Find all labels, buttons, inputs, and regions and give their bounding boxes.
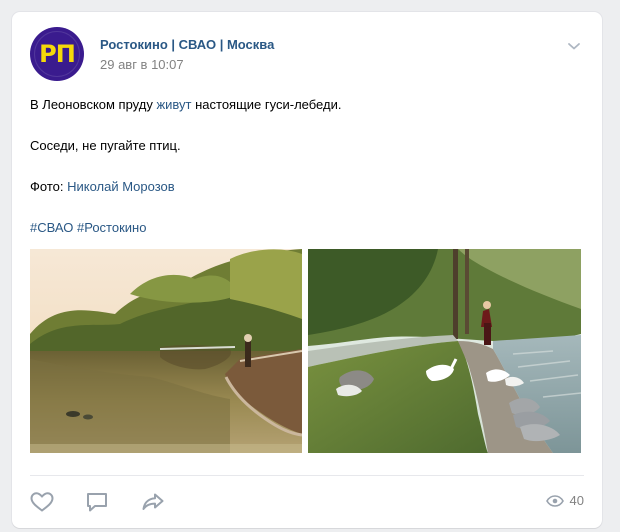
post-text-part: В Леоновском пруду [30,97,157,112]
views-count: 40 [569,493,584,508]
photo-label: Фото: [30,179,68,194]
post-text-part: настоящие гуси-лебеди. [191,97,342,112]
comment-icon[interactable] [83,490,111,514]
post-date[interactable]: 29 авг в 10:07 [100,57,184,72]
post-text-line-1: В Леоновском пруду живут настоящие гуси-… [30,97,341,113]
views-counter: 40 [545,493,584,508]
chevron-down-icon[interactable] [566,38,582,54]
photo-geese[interactable] [308,249,581,453]
hashtag-rostokino[interactable]: #Ростокино [77,220,146,235]
post-text-line-3: Фото: Николай Морозов [30,179,175,195]
avatar[interactable]: РП [30,27,84,81]
share-icon[interactable] [139,490,167,514]
geese-photo-image [308,249,581,453]
photographer-link[interactable]: Николай Морозов [67,179,175,194]
post-inline-link[interactable]: живут [156,97,191,112]
post-text-line-2: Соседи, не пугайте птиц. [30,138,181,153]
post-card: РП Ростокино | СВАО | Москва 29 авг в 10… [12,12,602,528]
eye-icon [545,494,564,507]
divider [30,475,584,476]
pond-photo-image [30,249,302,453]
avatar-text: РП [39,40,76,68]
heart-icon[interactable] [28,490,56,514]
author-name[interactable]: Ростокино | СВАО | Москва [100,37,274,52]
hashtags: #СВАО #Ростокино [30,220,146,236]
photo-pond[interactable] [30,249,302,453]
hashtag-svao[interactable]: #СВАО [30,220,73,235]
